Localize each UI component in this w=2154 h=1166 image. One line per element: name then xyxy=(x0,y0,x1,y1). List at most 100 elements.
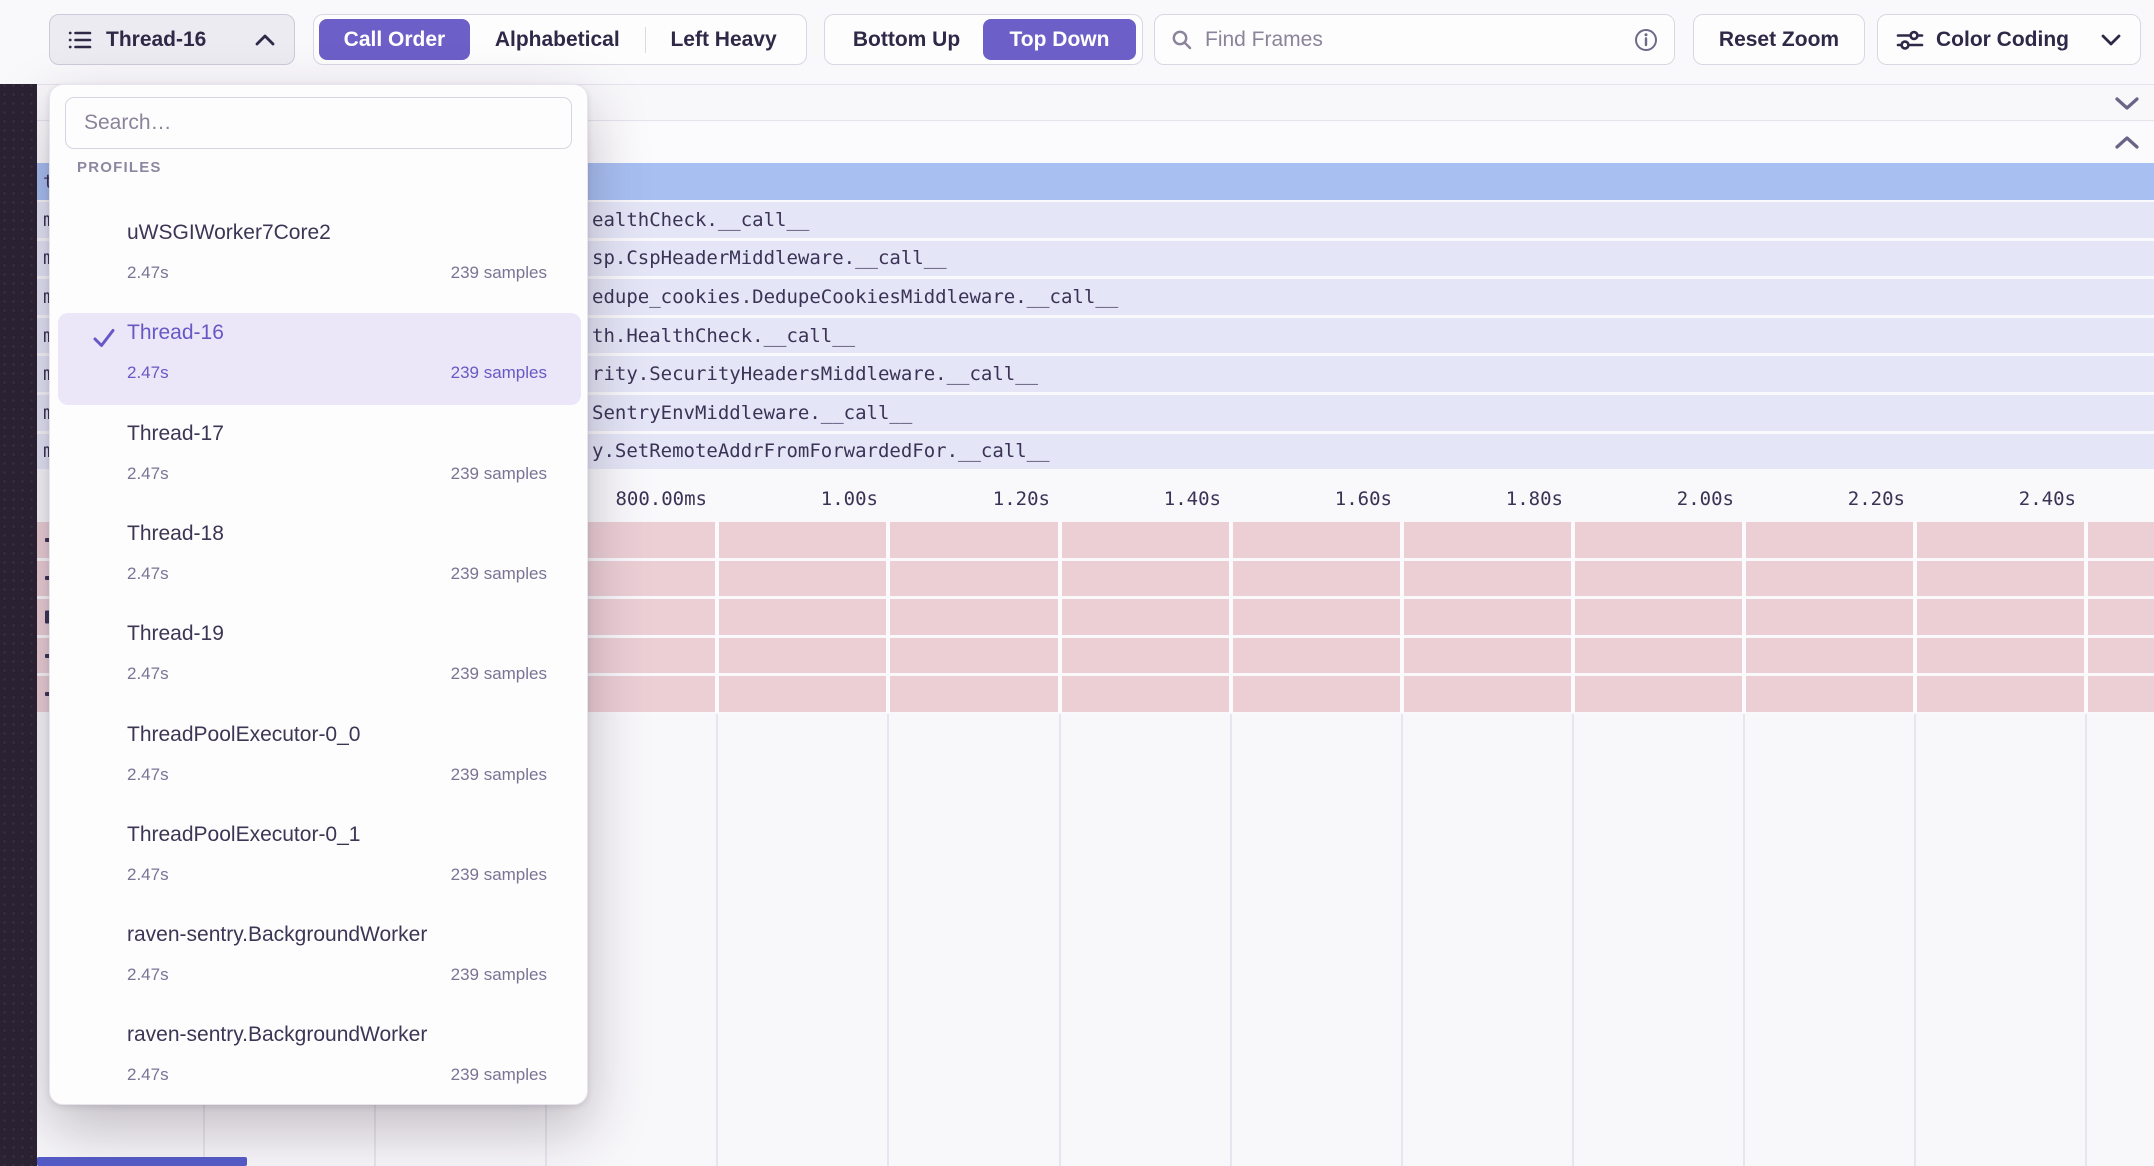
axis-tick-label: 800.00ms xyxy=(615,478,707,520)
thread-list-item[interactable]: ThreadPoolExecutor-0_0 2.47s 239 samples xyxy=(58,715,581,807)
axis-tick-label: 1.80s xyxy=(1506,478,1563,520)
thread-list-item[interactable]: Thread-18 2.47s 239 samples xyxy=(58,514,581,606)
chevron-up-icon xyxy=(254,33,276,47)
frame-label: th.HealthCheck.__call__ xyxy=(592,325,855,347)
gridline xyxy=(1742,522,1746,713)
thread-samples: 239 samples xyxy=(451,1065,547,1085)
color-coding-label: Color Coding xyxy=(1936,28,2088,52)
frame-label: rity.SecurityHeadersMiddleware.__call__ xyxy=(592,363,1038,385)
checkmark-icon xyxy=(91,325,117,351)
gridline xyxy=(1059,714,1061,1166)
gridline xyxy=(1401,714,1403,1166)
gridline xyxy=(1743,714,1745,1166)
thread-name: uWSGIWorker7Core2 xyxy=(127,221,331,245)
thread-list-item[interactable]: Thread-16 2.47s 239 samples xyxy=(58,313,581,405)
info-icon[interactable] xyxy=(1634,28,1658,52)
reset-zoom-button[interactable]: Reset Zoom xyxy=(1693,14,1865,65)
axis-tick-label: 2.40s xyxy=(2019,478,2076,520)
thread-selector-label: Thread-16 xyxy=(106,28,240,52)
thread-selector-button[interactable]: Thread-16 xyxy=(49,14,295,65)
thread-dropdown-panel: PROFILES uWSGIWorker7Core2 2.47s 239 sam… xyxy=(49,84,588,1105)
sort-alphabetical-button[interactable]: Alphabetical xyxy=(470,19,645,60)
toolbar: Thread-16 Call Order Alphabetical Left H… xyxy=(0,0,2154,84)
thread-name: Thread-16 xyxy=(127,321,224,345)
gridline xyxy=(1230,714,1232,1166)
thread-list-item[interactable]: raven-sentry.BackgroundWorker 2.47s 239 … xyxy=(58,915,581,1007)
gridline xyxy=(1571,522,1575,713)
thread-duration: 2.47s xyxy=(127,865,169,885)
thread-duration: 2.47s xyxy=(127,965,169,985)
thread-duration: 2.47s xyxy=(127,664,169,684)
bottom-up-button[interactable]: Bottom Up xyxy=(830,19,983,60)
thread-duration: 2.47s xyxy=(127,263,169,283)
gridline xyxy=(1400,522,1404,713)
dropdown-search-box xyxy=(65,97,572,149)
thread-name: raven-sentry.BackgroundWorker xyxy=(127,1023,427,1047)
frame-label: ealthCheck.__call__ xyxy=(592,209,809,231)
gridline xyxy=(1229,522,1233,713)
thread-samples: 239 samples xyxy=(451,965,547,985)
chevron-down-icon[interactable] xyxy=(2114,95,2140,111)
thread-duration: 2.47s xyxy=(127,1065,169,1085)
axis-tick-label: 1.40s xyxy=(1164,478,1221,520)
frame-label: SentryEnvMiddleware.__call__ xyxy=(592,402,912,424)
find-frames-box xyxy=(1154,14,1675,65)
frame-label: y.SetRemoteAddrFromForwardedFor.__call__ xyxy=(592,440,1050,462)
gridline xyxy=(1572,714,1574,1166)
sort-left-heavy-button[interactable]: Left Heavy xyxy=(646,19,801,60)
color-coding-button[interactable]: Color Coding xyxy=(1877,14,2141,65)
thread-name: ThreadPoolExecutor-0_0 xyxy=(127,723,360,747)
gridline xyxy=(1914,714,1916,1166)
gridline xyxy=(887,714,889,1166)
chevron-up-icon[interactable] xyxy=(2114,135,2140,151)
thread-name: Thread-19 xyxy=(127,622,224,646)
thread-name: Thread-17 xyxy=(127,422,224,446)
chevron-down-icon xyxy=(2100,33,2122,47)
profiles-section-label: PROFILES xyxy=(77,159,162,176)
bottom-flamegraph-bar[interactable] xyxy=(37,1157,247,1166)
gridline xyxy=(715,522,719,713)
thread-list-item[interactable]: Thread-19 2.47s 239 samples xyxy=(58,614,581,706)
axis-tick-label: 1.20s xyxy=(993,478,1050,520)
search-icon xyxy=(1171,29,1193,51)
thread-name: ThreadPoolExecutor-0_1 xyxy=(127,823,360,847)
thread-list-item[interactable]: raven-sentry.BackgroundWorker 2.47s 239 … xyxy=(58,1015,581,1107)
thread-list-item[interactable]: Thread-17 2.47s 239 samples xyxy=(58,414,581,506)
gridline xyxy=(2085,714,2087,1166)
gridline xyxy=(716,714,718,1166)
thread-name: Thread-18 xyxy=(127,522,224,546)
thread-samples: 239 samples xyxy=(451,464,547,484)
frame-label: edupe_cookies.DedupeCookiesMiddleware.__… xyxy=(592,286,1118,308)
thread-duration: 2.47s xyxy=(127,564,169,584)
profiler-app: t mealthCheck.__call__msp.CspHeaderMiddl… xyxy=(0,0,2154,1166)
frame-label: sp.CspHeaderMiddleware.__call__ xyxy=(592,247,947,269)
thread-samples: 239 samples xyxy=(451,564,547,584)
top-down-button[interactable]: Top Down xyxy=(983,19,1136,60)
thread-samples: 239 samples xyxy=(451,865,547,885)
axis-tick-label: 2.00s xyxy=(1677,478,1734,520)
axis-tick-label: 1.60s xyxy=(1335,478,1392,520)
thread-name: raven-sentry.BackgroundWorker xyxy=(127,923,427,947)
thread-samples: 239 samples xyxy=(451,765,547,785)
gridline xyxy=(1913,522,1917,713)
thread-duration: 2.47s xyxy=(127,363,169,383)
axis-tick-label: 1.00s xyxy=(821,478,878,520)
gridline xyxy=(2084,522,2088,713)
find-frames-input[interactable] xyxy=(1203,27,1624,53)
gridline xyxy=(1058,522,1062,713)
list-icon xyxy=(68,30,92,50)
thread-samples: 239 samples xyxy=(451,263,547,283)
thread-samples: 239 samples xyxy=(451,363,547,383)
thread-duration: 2.47s xyxy=(127,765,169,785)
sort-mode-group: Call Order Alphabetical Left Heavy xyxy=(313,14,807,65)
thread-list-item[interactable]: uWSGIWorker7Core2 2.47s 239 samples xyxy=(58,213,581,305)
axis-tick-label: 2.20s xyxy=(1848,478,1905,520)
thread-list-item[interactable]: ThreadPoolExecutor-0_1 2.47s 239 samples xyxy=(58,815,581,907)
sliders-icon xyxy=(1896,29,1924,51)
dropdown-search-input[interactable] xyxy=(66,111,571,135)
gridline xyxy=(886,522,890,713)
direction-group: Bottom Up Top Down xyxy=(824,14,1143,65)
sort-call-order-button[interactable]: Call Order xyxy=(319,19,470,60)
app-sidebar-edge xyxy=(0,0,37,1166)
thread-samples: 239 samples xyxy=(451,664,547,684)
